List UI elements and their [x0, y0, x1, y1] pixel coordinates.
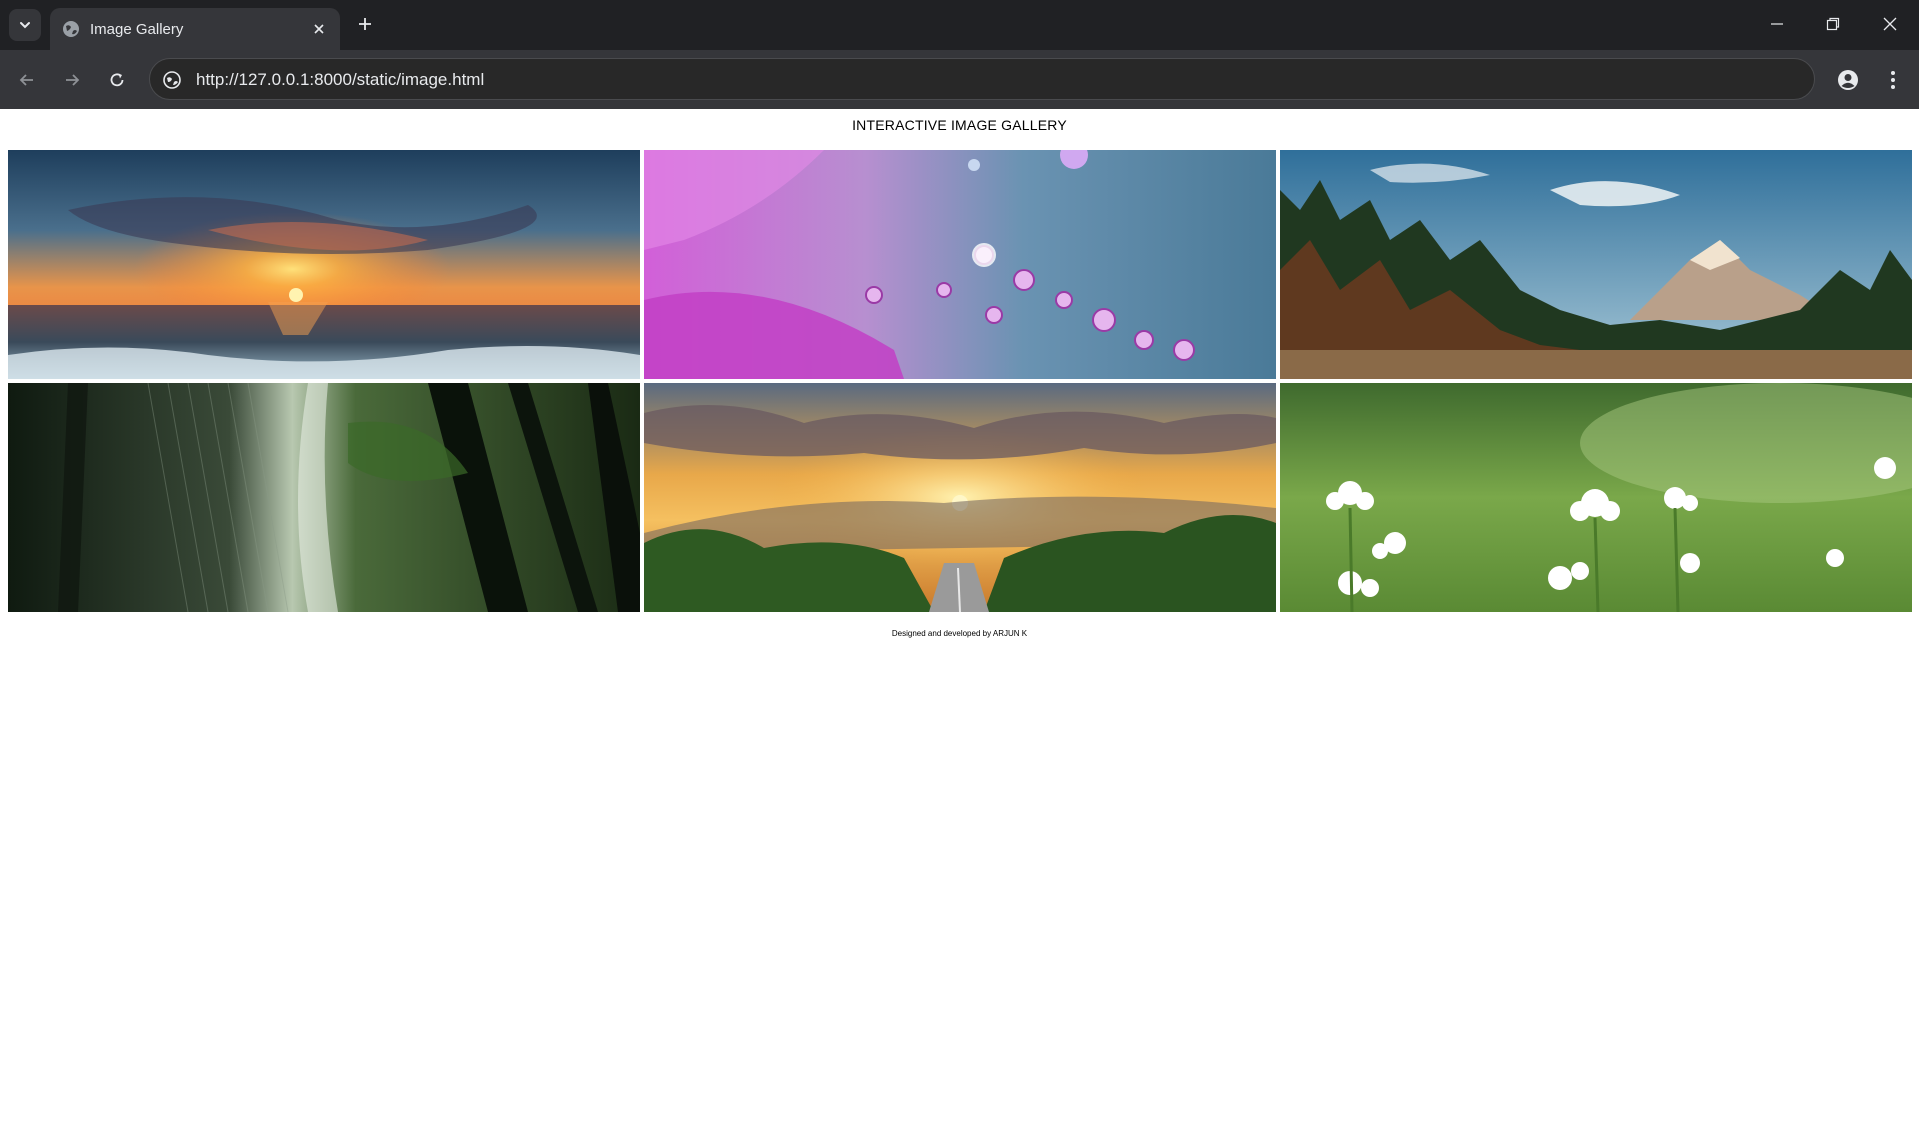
- globe-icon: [63, 21, 79, 37]
- reload-button[interactable]: [101, 64, 133, 96]
- tab-search-button[interactable]: [9, 9, 41, 41]
- rainy-forest-image: [8, 383, 640, 612]
- tab-image-gallery[interactable]: Image Gallery: [50, 8, 340, 50]
- gallery-image-ocean-sunset[interactable]: [8, 150, 640, 379]
- page-title: INTERACTIVE IMAGE GALLERY: [852, 117, 1067, 133]
- mountain-forest-image: [1280, 150, 1912, 379]
- new-tab-button[interactable]: [351, 10, 379, 38]
- profile-icon: [1838, 70, 1858, 90]
- profile-button[interactable]: [1831, 63, 1865, 97]
- close-icon: [1883, 17, 1897, 31]
- restore-button[interactable]: [1811, 6, 1855, 42]
- gallery-image-mountain-forest[interactable]: [1280, 150, 1912, 379]
- image-gallery-grid: [8, 150, 1912, 612]
- chevron-down-icon: [20, 22, 30, 29]
- close-icon: [314, 24, 324, 34]
- menu-button[interactable]: [1878, 63, 1908, 97]
- kebab-menu-icon: [1891, 71, 1895, 89]
- tab-title: Image Gallery: [90, 21, 184, 38]
- footer-credit: Designed and developed by ARJUN K: [891, 629, 1028, 638]
- white-flowers-image: [1280, 383, 1912, 612]
- minimize-icon: [1771, 23, 1783, 25]
- browser-titlebar: Image Gallery: [0, 0, 1919, 50]
- sunset-road-image: [644, 383, 1276, 612]
- site-info-icon[interactable]: [162, 70, 182, 90]
- address-bar[interactable]: http://127.0.0.1:8000/static/image.html: [149, 58, 1815, 100]
- back-button[interactable]: [11, 64, 43, 96]
- gallery-image-white-flowers[interactable]: [1280, 383, 1912, 612]
- forward-arrow-icon: [66, 74, 80, 86]
- back-arrow-icon: [19, 74, 33, 86]
- minimize-button[interactable]: [1755, 6, 1799, 42]
- close-window-button[interactable]: [1868, 6, 1912, 42]
- purple-droplets-image: [644, 150, 1276, 379]
- address-url[interactable]: http://127.0.0.1:8000/static/image.html: [196, 70, 484, 90]
- plus-icon: [359, 18, 371, 30]
- gallery-image-purple-droplets[interactable]: [644, 150, 1276, 379]
- gallery-image-rainy-forest[interactable]: [8, 383, 640, 612]
- reload-icon: [110, 73, 124, 87]
- browser-toolbar: http://127.0.0.1:8000/static/image.html: [0, 50, 1919, 109]
- page-content: INTERACTIVE IMAGE GALLERY Designed and d…: [0, 109, 1919, 1138]
- ocean-sunset-image: [8, 150, 640, 379]
- tab-close-button[interactable]: [309, 19, 329, 39]
- gallery-image-sunset-road[interactable]: [644, 383, 1276, 612]
- restore-icon: [1826, 17, 1840, 31]
- forward-button[interactable]: [56, 64, 88, 96]
